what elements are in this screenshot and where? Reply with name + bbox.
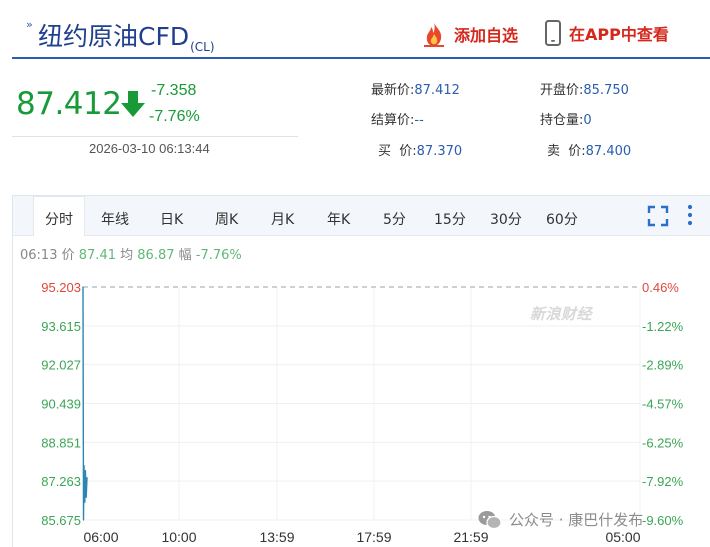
price-divider (12, 136, 298, 137)
info-range-label: 幅 (178, 248, 192, 263)
quote-settle-value: -- (414, 113, 424, 128)
quote-ask-value: 87.400 (585, 144, 632, 159)
info-range: -7.76% (195, 248, 242, 263)
chart-info-bar: 06:13 价 87.41 均 86.87 幅 -7.76% (20, 244, 242, 263)
y-tick-label: 92.027 (41, 358, 81, 373)
price-change-percent: -7.76% (149, 108, 200, 125)
tab-5min[interactable]: 5分 (383, 209, 406, 229)
tab-yearly-k[interactable]: 年K (327, 209, 350, 229)
quote-open: 开盘价:85.750 (540, 79, 629, 98)
quote-settle: 结算价:-- (371, 109, 424, 128)
price-point (82, 519, 85, 521)
price-point (83, 465, 85, 467)
quote-settle-label: 结算价: (371, 113, 415, 128)
y-tick-label: 95.203 (41, 280, 81, 295)
info-avg-label: 均 (120, 248, 134, 263)
quote-latest: 最新价:87.412 (371, 79, 460, 98)
quote-position: 持仓量:0 (540, 109, 592, 128)
tab-daily-k[interactable]: 日K (160, 209, 183, 229)
intraday-chart[interactable]: 95.203 0.46% 93.615 -1.22% 92.027 -2.89% 90.43… (0, 270, 710, 547)
view-in-app-label: 在APP中查看 (569, 25, 669, 44)
add-favorite-label: 添加自选 (454, 26, 519, 45)
tab-label: 年K (327, 212, 351, 228)
tab-label: 60分 (546, 212, 578, 228)
fire-icon (424, 22, 444, 47)
instrument-name: 纽约原油CFD (38, 22, 190, 51)
quote-latest-value: 87.412 (414, 83, 460, 98)
arrow-down-icon (121, 91, 145, 117)
quote-open-label: 开盘价: (540, 83, 584, 98)
price-point (82, 286, 84, 288)
y-tick-label-percent: -6.25% (642, 435, 684, 450)
instrument-code: (CL) (190, 40, 215, 54)
quote-timestamp: 2026-03-10 06:13:44 (89, 141, 210, 156)
quote-bid-label: 买 价: (378, 144, 417, 159)
x-tick-label: 05:00 (605, 529, 640, 545)
y-tick-label-percent: -7.92% (642, 474, 684, 489)
tab-monthly-k[interactable]: 月K (271, 209, 294, 229)
tab-label: 15分 (434, 212, 466, 228)
y-tick-label-percent: -2.89% (642, 358, 684, 373)
watermark: 新浪财经 (530, 305, 593, 323)
tab-label: 年线 (101, 212, 129, 228)
y-tick-label: 85.675 (41, 513, 81, 528)
info-avg: 86.87 (137, 248, 175, 263)
quote-bid-value: 87.370 (416, 144, 463, 159)
y-tick-label-percent: -4.57% (642, 397, 684, 412)
more-vertical-icon[interactable] (686, 204, 694, 226)
y-tick-label: 93.615 (41, 319, 81, 334)
tab-15min[interactable]: 15分 (434, 209, 466, 229)
tab-label: 月K (271, 212, 295, 228)
wechat-label: 公众号 · 康巴什发布 (509, 511, 644, 529)
view-in-app-button[interactable]: 在APP中查看 (545, 20, 669, 46)
y-tick-label: 88.851 (41, 435, 81, 450)
info-price-label: 价 (61, 248, 75, 263)
y-tick-label: 87.263 (41, 474, 81, 489)
x-tick-label: 10:00 (161, 529, 196, 545)
quote-ask-label: 卖 价: (547, 144, 586, 159)
last-price: 87.412 (16, 86, 122, 122)
price-point (85, 496, 87, 498)
tab-label: 日K (160, 212, 184, 228)
quote-bid: 买 价:87.370 (378, 140, 462, 159)
header-divider (12, 57, 710, 59)
info-time: 06:13 (20, 248, 58, 263)
fullscreen-icon[interactable] (647, 205, 669, 227)
quote-ask: 卖 价:87.400 (547, 140, 631, 159)
tab-intraday[interactable]: 分时 (33, 196, 85, 237)
y-tick-label-percent: -1.22% (642, 319, 684, 334)
y-tick-label: 90.439 (41, 397, 81, 412)
tab-30min[interactable]: 30分 (490, 209, 522, 229)
tab-weekly-k[interactable]: 周K (215, 209, 238, 229)
tab-label: 30分 (490, 212, 522, 228)
x-tick-label: 17:59 (356, 529, 391, 545)
tab-label: 周K (215, 212, 239, 228)
wechat-icon (478, 510, 502, 529)
tab-annual-line[interactable]: 年线 (101, 209, 129, 229)
tab-label: 分时 (45, 212, 73, 228)
page-title: 纽约原油CFD(CL) (38, 17, 215, 54)
quote-position-label: 持仓量: (540, 113, 584, 128)
phone-icon (545, 20, 561, 46)
y-tick-label-percent: 0.46% (642, 280, 679, 295)
y-tick-label-percent: -9.60% (642, 513, 684, 528)
quote-open-value: 85.750 (583, 83, 629, 98)
x-tick-label: 13:59 (259, 529, 294, 545)
price-point (84, 501, 86, 503)
tab-label: 5分 (383, 212, 406, 228)
info-price: 87.41 (78, 248, 116, 263)
x-tick-label: 21:59 (453, 529, 488, 545)
wechat-overlay: 公众号 · 康巴什发布 (478, 509, 643, 530)
double-chevron-icon: ›› (26, 18, 33, 31)
price-point (84, 469, 86, 472)
tab-60min[interactable]: 60分 (546, 209, 578, 229)
quote-latest-label: 最新价: (371, 83, 415, 98)
quote-position-value: 0 (583, 113, 592, 128)
add-favorite-button[interactable]: 添加自选 (420, 20, 518, 48)
price-point (86, 477, 88, 479)
price-change: -7.358 (151, 82, 197, 99)
x-tick-label: 06:00 (83, 529, 118, 545)
chart-period-tabs: 分时 年线 日K 周K 月K 年K 5分 15分 30分 60分 (13, 196, 710, 237)
page-header: ›› 纽约原油CFD(CL) 添加自选 在APP中查看 (0, 0, 710, 58)
